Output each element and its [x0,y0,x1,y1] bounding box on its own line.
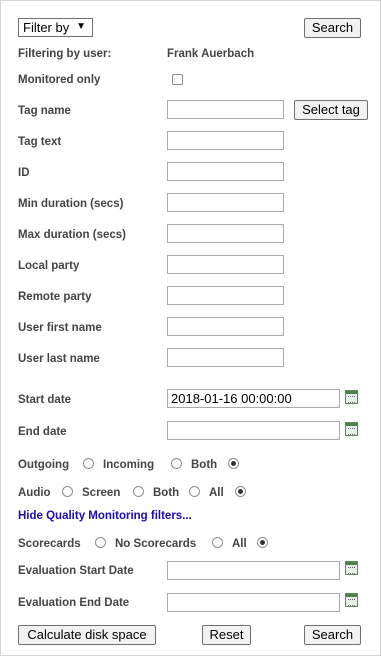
filter-by-value: Filter by [23,20,70,35]
select-tag-button[interactable]: Select tag [294,100,368,120]
calendar-icon[interactable] [345,422,358,436]
scorecards-radio[interactable] [95,537,106,548]
media-both-label: Both [153,487,180,499]
evaluation-start-date-label: Evaluation Start Date [18,565,134,577]
no-scorecards-label: No Scorecards [115,538,197,550]
id-input[interactable] [167,162,284,181]
direction-both-radio[interactable] [228,458,239,469]
evaluation-start-date-input[interactable] [167,561,340,580]
reset-button[interactable]: Reset [202,625,251,645]
end-date-label: End date [18,426,67,438]
calendar-icon[interactable] [345,593,358,607]
media-all-radio[interactable] [235,486,246,497]
scorecards-all-label: All [232,538,247,550]
local-party-input[interactable] [167,255,284,274]
start-date-input[interactable]: 2018-01-16 00:00:00 [167,389,340,408]
media-audio-radio[interactable] [62,486,73,497]
evaluation-end-date-input[interactable] [167,593,340,612]
end-date-input[interactable] [167,421,340,440]
search-button-top[interactable]: Search [304,18,361,38]
direction-outgoing-radio[interactable] [83,458,94,469]
tag-name-label: Tag name [18,105,71,117]
search-button-bottom[interactable]: Search [304,625,361,645]
direction-incoming-label: Incoming [103,459,155,471]
tag-name-input[interactable] [167,100,284,119]
tag-text-input[interactable] [167,131,284,150]
min-duration-label: Min duration (secs) [18,198,124,210]
evaluation-end-date-label: Evaluation End Date [18,597,130,609]
start-date-label: Start date [18,394,72,406]
media-audio-label: Audio [18,487,51,499]
scorecards-all-radio[interactable] [257,537,268,548]
user-first-name-label: User first name [18,322,102,334]
monitored-only-checkbox[interactable] [172,74,183,85]
filtering-user-label: Filtering by user: [18,48,112,60]
calculate-disk-space-button[interactable]: Calculate disk space [18,625,156,645]
media-all-label: All [209,487,224,499]
filter-by-select[interactable]: Filter by ▼ [18,18,93,37]
min-duration-input[interactable] [167,193,284,212]
calendar-icon[interactable] [345,561,358,575]
media-both-radio[interactable] [189,486,200,497]
max-duration-input[interactable] [167,224,284,243]
no-scorecards-radio[interactable] [212,537,223,548]
direction-incoming-radio[interactable] [171,458,182,469]
user-last-name-input[interactable] [167,348,284,367]
scorecards-label: Scorecards [18,538,81,550]
media-screen-radio[interactable] [133,486,144,497]
user-last-name-label: User last name [18,353,100,365]
media-screen-label: Screen [82,487,121,499]
remote-party-label: Remote party [18,291,92,303]
calendar-icon[interactable] [345,390,358,404]
direction-outgoing-label: Outgoing [18,459,70,471]
chevron-down-icon: ▼ [76,21,86,32]
remote-party-input[interactable] [167,286,284,305]
filtering-user-value: Frank Auerbach [167,48,255,60]
id-label: ID [18,167,30,179]
user-first-name-input[interactable] [167,317,284,336]
monitored-only-label: Monitored only [18,74,101,86]
tag-text-label: Tag text [18,136,62,148]
local-party-label: Local party [18,260,80,272]
direction-both-label: Both [191,459,218,471]
max-duration-label: Max duration (secs) [18,229,126,241]
hide-quality-filters-link[interactable]: Hide Quality Monitoring filters... [18,510,192,522]
